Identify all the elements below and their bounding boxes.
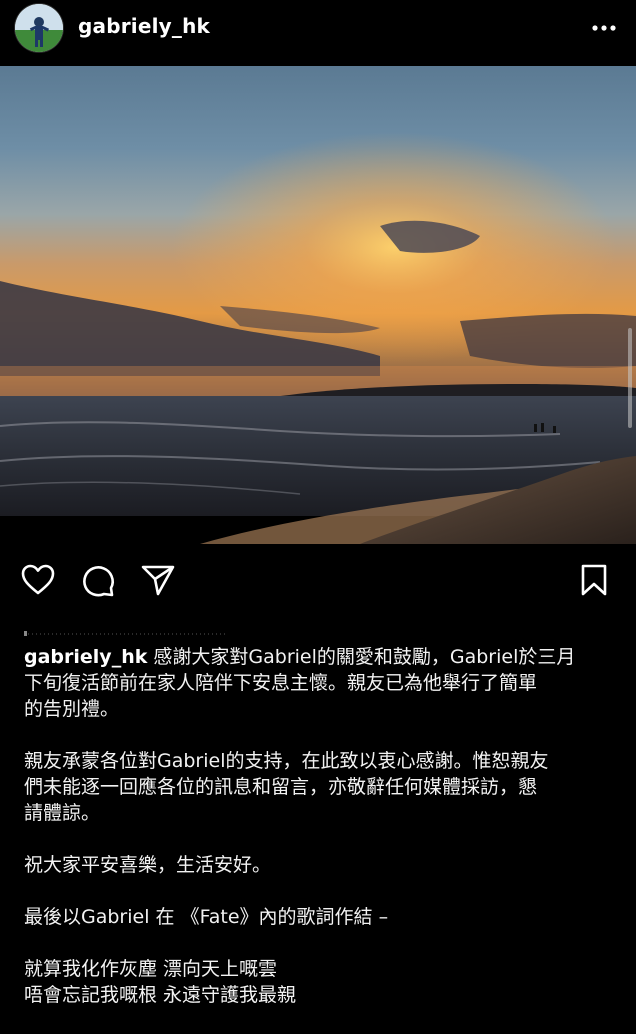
caption-username[interactable]: gabriely_hk: [24, 646, 147, 668]
send-icon[interactable]: [140, 562, 176, 598]
post-caption: gabriely_hk 感謝大家對Gabriel的關愛和鼓勵，Gabriel於三…: [24, 644, 614, 1034]
post-header: gabriely_hk: [0, 0, 636, 66]
caption-line: 下旬復活節前在家人陪伴下安息主懷。親友已為他舉行了簡單: [24, 672, 538, 694]
caption-line: gabriely_hk 感謝大家對Gabriel的關愛和鼓勵，Gabriel於三…: [24, 644, 614, 670]
caption-line: 唔會忘記我嘅根 永遠守護我最親: [24, 984, 297, 1006]
caption-paragraph-3: 祝大家平安喜樂，生活安好。: [24, 852, 614, 878]
comment-icon[interactable]: [80, 562, 116, 598]
post-actions: [0, 548, 636, 610]
bookmark-icon[interactable]: [576, 562, 612, 598]
scroll-indicator: [628, 328, 632, 428]
avatar-image: [15, 4, 63, 52]
more-horizontal-icon[interactable]: [590, 18, 618, 38]
avatar[interactable]: [15, 4, 63, 52]
caption-line: 就算我化作灰塵 漂向天上嘅雲: [24, 958, 278, 980]
caption-text: 感謝大家對Gabriel的關愛和鼓勵，Gabriel於三月: [147, 646, 576, 668]
caption-line: 親友承蒙各位對Gabriel的支持，在此致以衷心感謝。惟恕親友: [24, 750, 549, 772]
post-photo[interactable]: [0, 66, 636, 544]
sunset-beach-photo: [0, 66, 636, 544]
caption-paragraph-2: 親友承蒙各位對Gabriel的支持，在此致以衷心感謝。惟恕親友 們未能逐一回應各…: [24, 748, 614, 826]
caption-paragraph-1: gabriely_hk 感謝大家對Gabriel的關愛和鼓勵，Gabriel於三…: [24, 644, 614, 722]
caption-line: 祝大家平安喜樂，生活安好。: [24, 854, 272, 876]
caption-line: 最後以Gabriel 在 《Fate》內的歌詞作結 –: [24, 906, 389, 928]
caption-line: 們未能逐一回應各位的訊息和留言，亦敬辭任何媒體採訪，懇: [24, 776, 538, 798]
caption-paragraph-4: 最後以Gabriel 在 《Fate》內的歌詞作結 –: [24, 904, 614, 930]
caption-line: 請體諒。: [24, 802, 101, 824]
caption-line: 的告別禮。: [24, 698, 120, 720]
divider-hint: [24, 631, 226, 636]
heart-icon[interactable]: [20, 562, 56, 598]
caption-paragraph-5: 就算我化作灰塵 漂向天上嘅雲 唔會忘記我嘅根 永遠守護我最親: [24, 956, 614, 1008]
post-username[interactable]: gabriely_hk: [78, 14, 210, 38]
